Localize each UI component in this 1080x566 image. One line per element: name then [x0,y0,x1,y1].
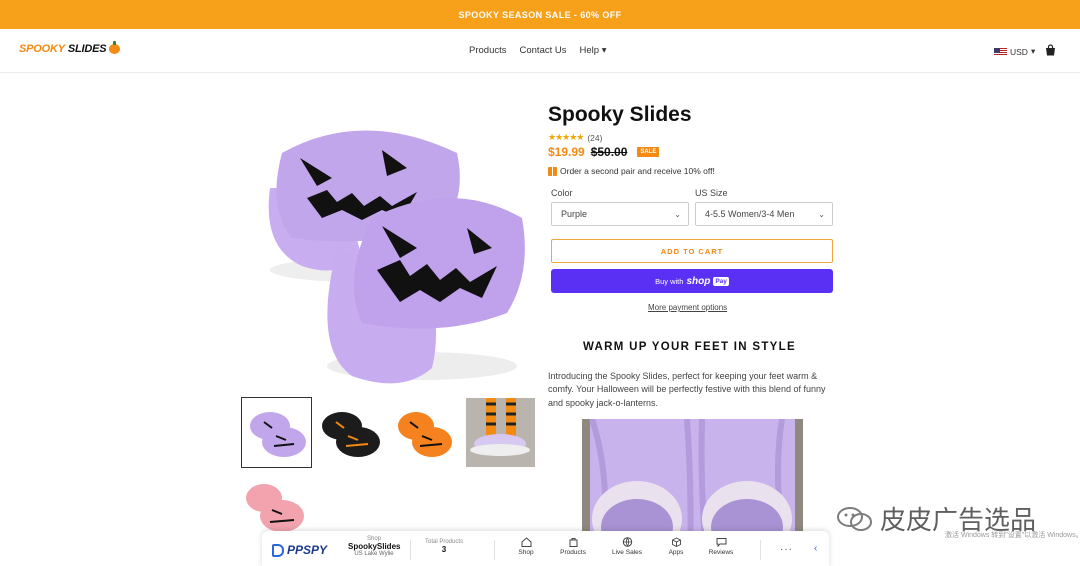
watermark-subtext: 激活 Windows 转到"设置"以激活 Windows。 [945,532,1080,539]
review-count: (24) [587,132,603,143]
ppspy-shop-label: Shop [518,549,534,556]
more-payment-options-link[interactable]: More payment options [648,303,727,312]
currency-label: USD [1010,46,1028,57]
price-row: $19.99 $50.00 SALE [548,145,660,159]
color-label: Color [551,188,573,198]
pay-pill: Pay [713,276,729,286]
product-main-image[interactable] [242,98,534,390]
sale-badge: SALE [637,147,660,157]
currency-selector[interactable]: USD ▾ [994,46,1035,57]
main-nav: Products Contact Us Help ▾ [469,45,606,56]
announcement-bar: SPOOKY SEASON SALE - 60% OFF [0,0,1080,29]
bag-icon [569,538,577,547]
chevron-down-icon: ▾ [1030,46,1036,56]
thumbnail-orange[interactable] [392,398,461,467]
cart-icon[interactable] [1045,44,1056,56]
ppspy-logo[interactable]: PPSPY [272,543,327,557]
thumbnail-purple[interactable] [241,397,312,468]
ppspy-logo-icon [272,543,284,557]
shop-pay-logo: shop [686,275,711,287]
store-logo[interactable]: SPOOKY SLIDES [19,41,121,55]
section-heading: WARM UP YOUR FEET IN STYLE [583,341,796,353]
gift-icon [548,166,557,176]
ppspy-apps-button[interactable]: Apps [656,537,696,556]
nav-help-label: Help [579,45,600,56]
nav-help[interactable]: Help ▾ [580,45,607,56]
divider [410,540,411,560]
total-products-value: 3 [441,545,447,554]
comment-icon [716,538,726,547]
buy-with-label: Buy with [655,276,684,286]
nav-contact-us[interactable]: Contact Us [520,45,567,56]
divider [760,540,761,560]
promo-text: Order a second pair and receive 10% off! [560,166,715,176]
size-select[interactable]: 4-5.5 Women/3-4 Men ⌄ [695,202,833,226]
thumbnail-lifestyle[interactable] [466,398,535,467]
logo-suffix: SLIDES [67,43,107,55]
more-options-icon[interactable]: ··· [780,544,793,555]
ppspy-products-button[interactable]: Products [553,537,593,556]
size-label: US Size [695,188,728,198]
color-select-value: Purple [561,209,588,219]
ppspy-apps-label: Apps [668,549,684,556]
shop-pay-button[interactable]: Buy with shop Pay [551,269,833,293]
wechat-logo-icon [837,506,872,531]
cube-icon [671,537,681,547]
thumbnail-black[interactable] [316,398,385,467]
product-description: Introducing the Spooky Slides, perfect f… [548,371,826,408]
size-select-value: 4-5.5 Women/3-4 Men [705,209,795,219]
chevron-down-icon: ⌄ [818,210,825,219]
shop-location: US Lake Wylie [354,551,394,557]
ppspy-live-sales-button[interactable]: Live Sales [607,537,647,556]
chevron-left-icon[interactable]: ‹ [814,543,817,554]
sale-price: $19.99 [548,145,585,159]
shop-name: SpookySlides [348,542,401,551]
divider [494,540,495,560]
product-title: Spooky Slides [548,103,692,126]
ppspy-logo-text: PPSPY [287,543,328,557]
ppspy-toolbar: PPSPY Shop SpookySlides US Lake Wylie To… [262,531,829,566]
chevron-down-icon: ⌄ [674,210,681,219]
ppspy-shop-button[interactable]: Shop [506,537,546,556]
ppspy-products-label: Products [560,549,586,556]
ppspy-shop-info: Shop SpookySlides US Lake Wylie [348,536,400,557]
product-rating[interactable]: ★★★★★ (24) [548,132,602,143]
chevron-down-icon: ▾ [601,45,607,56]
globe-icon [622,537,632,547]
site-header: SPOOKY SLIDES Products Contact Us Help ▾ … [0,29,1080,73]
add-to-cart-button[interactable]: ADD TO CART [551,239,833,263]
compare-price: $50.00 [590,145,628,159]
nav-products[interactable]: Products [469,45,507,56]
star-rating-icon: ★★★★★ [548,132,584,142]
logo-prefix: SPOOKY [19,43,65,55]
us-flag-icon [994,47,1007,56]
promo-message: Order a second pair and receive 10% off! [548,166,715,176]
ppspy-total-products: Total Products 3 [418,539,470,554]
ppspy-reviews-button[interactable]: Reviews [701,537,741,556]
pumpkin-icon [109,41,121,54]
home-icon [521,537,531,547]
ppspy-reviews-label: Reviews [708,549,734,556]
color-select[interactable]: Purple ⌄ [551,202,689,226]
ppspy-live-sales-label: Live Sales [612,549,642,556]
